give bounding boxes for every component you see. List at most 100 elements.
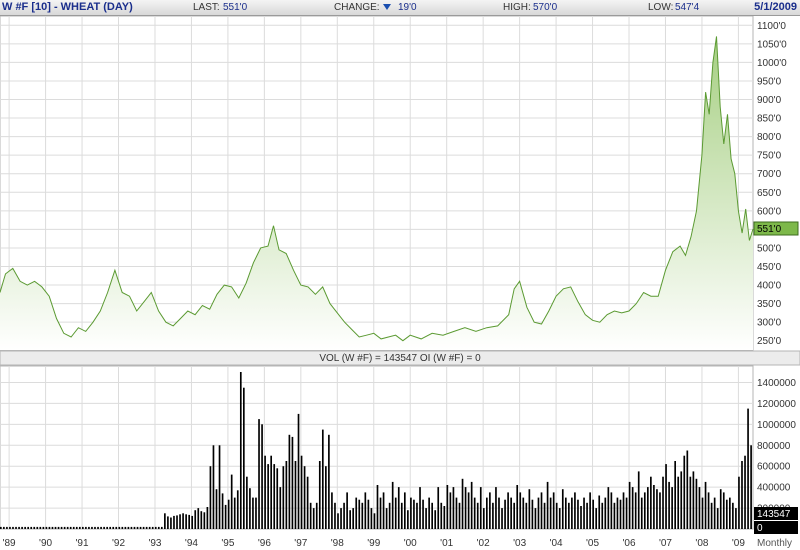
volume-bar: [75, 526, 78, 529]
volume-bar: [227, 499, 230, 529]
volume-bar: [60, 526, 63, 529]
volume-bar: [674, 461, 676, 529]
volume-bar: [662, 476, 664, 529]
volume-bar: [431, 502, 433, 529]
volume-bar: [680, 471, 683, 529]
zero-volume-label: 0: [757, 523, 763, 534]
volume-bar: [139, 526, 142, 529]
volume-bar: [206, 507, 209, 529]
volume-bar: [613, 502, 616, 529]
volume-bar: [246, 476, 248, 529]
volume-label-bar: VOL (W #F) = 143547 OI (W #F) = 0: [0, 350, 800, 366]
chart-header: W #F [10] - WHEAT (DAY) LAST: 551'0 CHAN…: [0, 0, 800, 16]
volume-bar: [452, 487, 455, 529]
price-tick-label: 650'0: [757, 188, 782, 199]
volume-bar: [51, 526, 54, 529]
volume-bar: [224, 504, 227, 529]
volume-bar: [364, 492, 367, 529]
volume-bar: [121, 526, 124, 529]
high-label: HIGH:: [503, 2, 531, 13]
price-tick-label: 350'0: [757, 299, 782, 310]
volume-bar: [9, 526, 11, 529]
x-tick-label: '06: [622, 538, 635, 549]
volume-bar: [592, 499, 594, 529]
volume-bar: [343, 502, 345, 529]
price-tick-label: 750'0: [757, 151, 782, 162]
x-tick-label: '95: [221, 538, 234, 549]
volume-bar: [154, 526, 157, 529]
volume-bar: [513, 502, 516, 529]
volume-bar: [142, 526, 145, 529]
volume-bar: [668, 481, 670, 529]
volume-bar: [291, 436, 294, 529]
volume-bar: [358, 499, 361, 529]
volume-bar: [42, 526, 45, 529]
volume-bar: [732, 502, 734, 529]
volume-bar: [24, 526, 26, 529]
volume-bar: [722, 492, 725, 529]
volume-bar: [285, 461, 288, 529]
volume-bar: [568, 502, 570, 529]
volume-bar: [57, 526, 60, 529]
volume-bar: [21, 526, 23, 529]
price-tick-label: 900'0: [757, 95, 782, 106]
volume-bar: [534, 508, 537, 529]
x-tick-label: '99: [367, 538, 380, 549]
volume-bar: [546, 481, 549, 529]
x-tick-label: '07: [659, 538, 672, 549]
volume-bar: [571, 497, 573, 529]
volume-bar: [112, 526, 115, 529]
x-tick-label: '03: [513, 538, 526, 549]
volume-bar: [528, 489, 531, 529]
volume-bar: [656, 489, 658, 529]
volume-bar: [558, 508, 561, 529]
volume-bar: [212, 445, 215, 529]
volume-bar: [361, 502, 364, 529]
volume-bar: [646, 487, 649, 529]
volume-bar: [194, 510, 197, 529]
volume-bar: [367, 499, 370, 529]
volume-bar: [306, 476, 309, 529]
volume-bar: [710, 502, 713, 529]
x-tick-label: '92: [112, 538, 125, 549]
volume-bar: [233, 497, 236, 529]
volume-bar: [604, 497, 607, 529]
volume-bar: [580, 506, 582, 529]
volume-bar: [440, 502, 443, 529]
volume-bar: [425, 508, 427, 529]
volume-bar: [489, 492, 491, 529]
volume-bar: [337, 513, 339, 529]
volume-bar: [54, 526, 57, 529]
x-tick-label: '09: [732, 538, 745, 549]
change-value: 19'0: [398, 2, 417, 13]
x-tick-label: '00: [404, 538, 417, 549]
volume-bar: [531, 499, 534, 529]
volume-bar: [619, 499, 622, 529]
volume-bar: [270, 455, 273, 529]
x-tick-label: '08: [695, 538, 708, 549]
volume-bar: [100, 526, 102, 529]
volume-bar: [385, 508, 388, 529]
volume-bar: [564, 497, 567, 529]
volume-bar: [391, 481, 394, 529]
volume-bar: [598, 495, 601, 529]
volume-bar: [279, 487, 282, 529]
volume-bar: [203, 512, 206, 529]
volume-tick-label: 1200000: [757, 399, 796, 410]
volume-bar: [407, 510, 409, 529]
volume-bar: [741, 461, 743, 529]
volume-bar: [394, 497, 397, 529]
volume-bar: [239, 372, 242, 529]
volume-bar: [94, 526, 96, 529]
volume-bar: [373, 513, 376, 529]
volume-bar: [66, 526, 69, 529]
volume-bar: [164, 513, 166, 529]
volume-bar: [458, 502, 461, 529]
volume-bar: [486, 497, 488, 529]
volume-bar: [182, 513, 184, 529]
x-axis: '89 '90 '91 '92 '93 '94 '95 '96 '97 '98 '99 '00 '01 '…: [3, 538, 746, 549]
volume-bar: [555, 502, 558, 529]
volume-bar: [303, 466, 306, 529]
volume-bar: [713, 497, 716, 529]
volume-bar: [176, 515, 178, 529]
